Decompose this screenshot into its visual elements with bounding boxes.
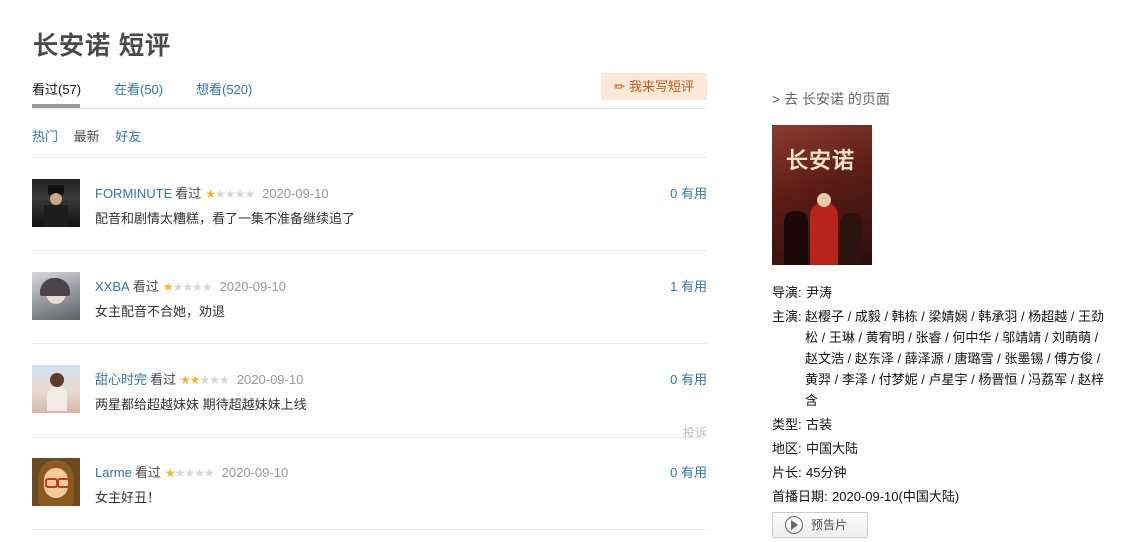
pencil-icon: ✏ xyxy=(614,79,625,94)
region-value: 中国大陆 xyxy=(806,441,859,456)
report-link[interactable]: 投诉 xyxy=(683,424,707,441)
comment-status: 看过 xyxy=(132,279,159,294)
premiere-label: 首播日期: xyxy=(772,489,828,504)
comment-date: 2020-09-10 xyxy=(236,372,304,387)
comment-date: 2020-09-10 xyxy=(262,186,329,201)
trailer-label: 预告片 xyxy=(811,518,848,532)
avatar[interactable] xyxy=(32,458,80,506)
page-title: 长安诺 短评 xyxy=(33,32,171,60)
active-tab-indicator xyxy=(32,104,80,108)
cast-label: 主演: xyxy=(772,309,802,324)
divider xyxy=(32,343,707,344)
divider xyxy=(32,529,707,530)
goto-subject-label[interactable]: > 去 长安诺 的页面 xyxy=(772,91,890,107)
useful-vote[interactable]: 0 有用 xyxy=(670,183,707,202)
sort-friends[interactable]: 好友 xyxy=(115,129,141,144)
length-value: 45分钟 xyxy=(806,465,847,480)
status-tabs: 看过(57) 在看(50) 想看(520) ✏ 我来写短评 xyxy=(32,70,707,109)
comment-item: 甜心时完 看过 ★★★★★ 2020-09-10 两星都给超越妹妹 期待超越妹妹上线 … xyxy=(32,365,707,440)
length-label: 片长: xyxy=(772,465,802,480)
director-label: 导演: xyxy=(772,285,802,300)
avatar[interactable] xyxy=(32,179,80,227)
comment-user[interactable]: 甜心时完 xyxy=(95,372,147,387)
rating-stars: ★★★★★ xyxy=(205,187,255,201)
comment-item: XXBA 看过 ★★★★★ 2020-09-10 女主配音不合她，劝退 1 有用 xyxy=(32,272,707,332)
premiere-value: 2020-09-10(中国大陆) xyxy=(832,489,960,504)
play-icon xyxy=(785,516,803,534)
rating-stars: ★★★★★ xyxy=(164,466,215,480)
subject-info: 导演: 尹涛 主演: 赵樱子 / 成毅 / 韩栋 / 梁婧娴 / 韩承羽 / 杨超越… xyxy=(772,282,1112,510)
poster-title: 长安诺 xyxy=(786,148,856,174)
comment-text: 女主配音不合她，劝退 xyxy=(95,304,226,319)
director-value[interactable]: 尹涛 xyxy=(806,285,832,300)
trailer-button[interactable]: 预告片 xyxy=(772,512,868,538)
comment-user[interactable]: XXBA xyxy=(95,279,130,294)
comment-user[interactable]: Larme xyxy=(95,465,132,480)
cast-value[interactable]: 赵樱子 / 成毅 / 韩栋 / 梁婧娴 / 韩承羽 / 杨超越 / 王劲松 / … xyxy=(805,309,1104,408)
useful-vote[interactable]: 0 有用 xyxy=(670,462,707,481)
genre-value: 古装 xyxy=(806,417,833,432)
comment-text: 两星都给超越妹妹 期待超越妹妹上线 xyxy=(95,397,307,412)
write-review-label: 我来写短评 xyxy=(628,79,694,94)
comment-status: 看过 xyxy=(134,465,161,480)
tab-watching[interactable]: 在看(50) xyxy=(114,79,163,98)
useful-vote[interactable]: 0 有用 xyxy=(670,369,707,388)
divider xyxy=(32,437,707,438)
goto-subject-link[interactable]: > 去 长安诺 的页面 xyxy=(772,89,890,109)
divider xyxy=(32,157,707,158)
comment-date: 2020-09-10 xyxy=(221,465,289,480)
comment-date: 2020-09-10 xyxy=(219,279,287,294)
comment-user[interactable]: FORMINUTE xyxy=(95,186,172,201)
sort-options: 热门 最新 好友 xyxy=(32,126,153,145)
avatar[interactable] xyxy=(32,365,80,413)
tab-wish[interactable]: 想看(520) xyxy=(196,79,252,98)
rating-stars: ★★★★★ xyxy=(162,280,213,294)
comment-status: 看过 xyxy=(150,372,177,387)
genre-label: 类型: xyxy=(772,417,802,432)
tab-watched[interactable]: 看过(57) xyxy=(32,79,81,98)
sort-hot[interactable]: 热门 xyxy=(32,129,58,144)
write-review-button[interactable]: ✏ 我来写短评 xyxy=(601,73,707,100)
comment-text: 配音和剧情太糟糕，看了一集不准备继续追了 xyxy=(95,211,356,226)
divider xyxy=(32,250,707,251)
useful-vote[interactable]: 1 有用 xyxy=(670,276,707,295)
comment-item: FORMINUTE 看过 ★★★★★ 2020-09-10 配音和剧情太糟糕，看了一集… xyxy=(32,179,707,239)
comment-item: Larme 看过 ★★★★★ 2020-09-10 女主好丑！ 0 有用 xyxy=(32,458,707,518)
avatar[interactable] xyxy=(32,272,80,320)
poster-image[interactable]: 长安诺 xyxy=(772,125,872,265)
region-label: 地区: xyxy=(772,441,802,456)
rating-stars: ★★★★★ xyxy=(180,373,230,387)
comment-status: 看过 xyxy=(175,186,202,201)
comment-text: 女主好丑！ xyxy=(95,490,161,505)
sort-latest[interactable]: 最新 xyxy=(74,129,100,144)
